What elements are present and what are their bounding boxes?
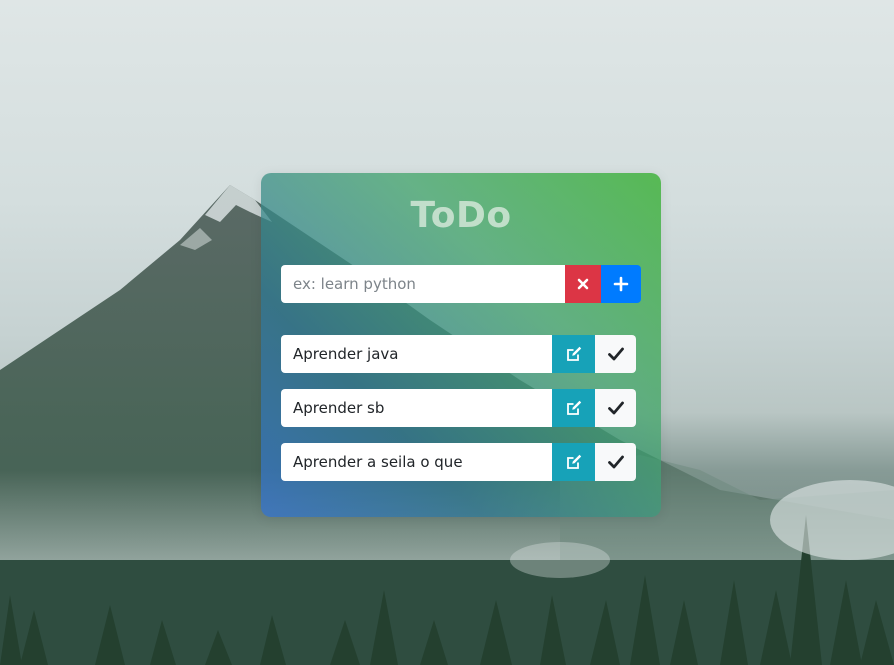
clear-button[interactable] (565, 265, 601, 303)
edit-icon (566, 454, 581, 469)
complete-task-button[interactable] (595, 443, 636, 481)
check-icon (607, 347, 624, 361)
edit-task-button[interactable] (552, 389, 595, 427)
task-label: Aprender a seila o que (281, 443, 552, 481)
close-icon (577, 278, 589, 290)
check-icon (607, 401, 624, 415)
task-list: Aprender java Aprender sb Aprender a sei… (281, 335, 636, 497)
app-title: ToDo (410, 195, 512, 236)
new-task-input[interactable] (281, 265, 565, 303)
todo-card: ToDo Aprender java (261, 173, 661, 517)
edit-icon (566, 346, 581, 361)
task-item: Aprender a seila o que (281, 443, 636, 481)
complete-task-button[interactable] (595, 335, 636, 373)
edit-task-button[interactable] (552, 443, 595, 481)
task-label: Aprender java (281, 335, 552, 373)
complete-task-button[interactable] (595, 389, 636, 427)
check-icon (607, 455, 624, 469)
task-label: Aprender sb (281, 389, 552, 427)
task-item: Aprender java (281, 335, 636, 373)
task-item: Aprender sb (281, 389, 636, 427)
edit-icon (566, 400, 581, 415)
plus-icon (613, 276, 629, 292)
edit-task-button[interactable] (552, 335, 595, 373)
new-task-form (281, 265, 641, 303)
add-task-button[interactable] (601, 265, 641, 303)
